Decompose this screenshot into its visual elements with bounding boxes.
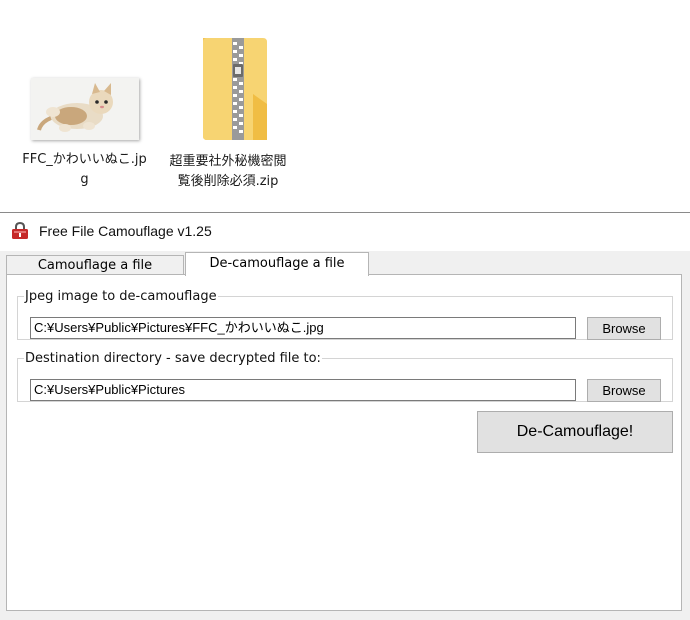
decamouflage-button[interactable]: De-Camouflage! <box>477 411 673 453</box>
tab-strip: Camouflage a file De-camouflage a file <box>0 251 690 276</box>
app-window: Free File Camouflage v1.25 Camouflage a … <box>0 212 690 620</box>
destination-group: Destination directory - save decrypted f… <box>17 351 673 402</box>
tab-decamouflage[interactable]: De-camouflage a file <box>185 252 369 276</box>
tab-camouflage[interactable]: Camouflage a file <box>6 255 184 275</box>
file-name-label: 超重要社外秘機密閲覧後削除必須.zip <box>169 154 287 189</box>
kitten-thumbnail-icon <box>30 78 139 140</box>
desktop-item-jpg[interactable]: FFC_かわいいぬこ.jpg <box>22 78 147 190</box>
zip-folder-icon <box>168 34 288 148</box>
destination-path-input[interactable]: C:¥Users¥Public¥Pictures <box>30 379 576 401</box>
source-group-legend: Jpeg image to de-camouflage <box>25 289 217 304</box>
file-name-label: FFC_かわいいぬこ.jpg <box>22 152 147 187</box>
decamouflage-panel: Jpeg image to de-camouflage C:¥Users¥Pub… <box>6 274 682 611</box>
lock-icon <box>10 221 30 244</box>
source-browse-button[interactable]: Browse <box>587 317 661 340</box>
destination-group-legend: Destination directory - save decrypted f… <box>25 351 321 366</box>
destination-browse-button[interactable]: Browse <box>587 379 661 402</box>
window-title: Free File Camouflage v1.25 <box>39 223 212 239</box>
desktop-item-zip[interactable]: 超重要社外秘機密閲覧後削除必須.zip <box>168 34 288 192</box>
source-path-input[interactable]: C:¥Users¥Public¥Pictures¥FFC_かわいいぬこ.jpg <box>30 317 576 339</box>
source-group: Jpeg image to de-camouflage C:¥Users¥Pub… <box>17 289 673 340</box>
title-bar[interactable]: Free File Camouflage v1.25 <box>0 213 690 251</box>
